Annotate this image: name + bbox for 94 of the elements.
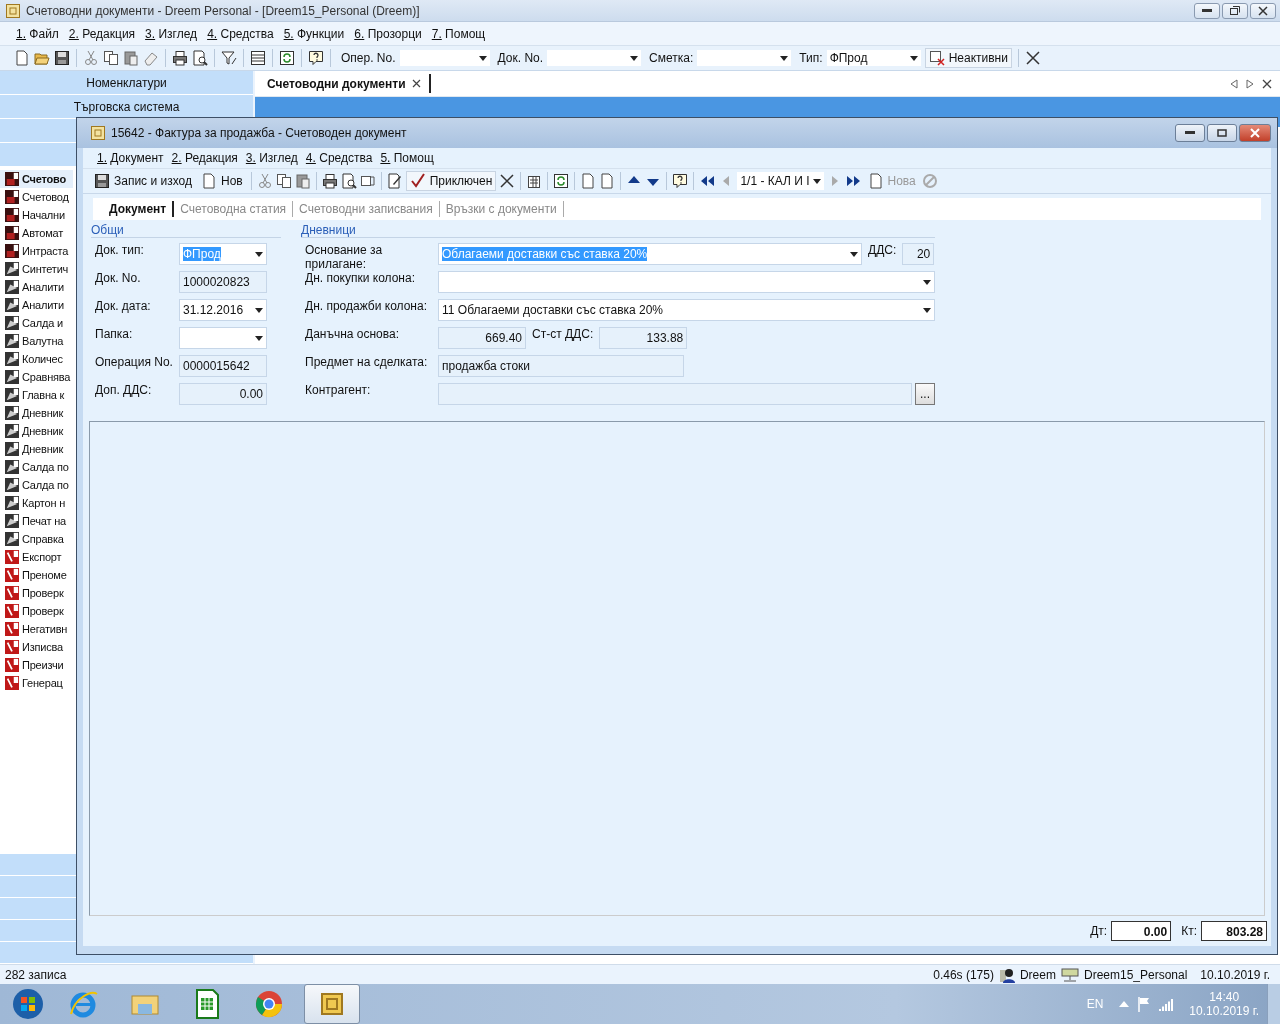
field-label: Основание за прилагане:	[304, 243, 384, 271]
menu-item[interactable]: 4. Средства	[207, 26, 274, 41]
field-label: Доп. ДДС:	[94, 383, 153, 397]
sidebar-item[interactable]: Счетово	[0, 170, 73, 188]
menu-item[interactable]: 7. Помощ	[431, 26, 486, 41]
sidebar-item[interactable]: Счетовод	[0, 188, 73, 206]
sidebar-item[interactable]: Автомат	[0, 224, 73, 242]
input-field[interactable]: 669.40	[438, 327, 526, 349]
sidebar-item[interactable]: Аналити	[0, 296, 73, 314]
filter-label: Док. No.	[497, 51, 544, 65]
input-field[interactable]: 0.00	[179, 383, 267, 405]
database-name: Dreem15_Personal	[1083, 967, 1188, 982]
field-label: Док. No.	[94, 271, 142, 285]
sidebar-item[interactable]: Картон н	[0, 494, 73, 512]
document-tab[interactable]: Счетоводни документи	[255, 74, 431, 93]
field-label: Дн. покупки колона:	[304, 271, 416, 285]
nav-button[interactable]: Търговска система	[0, 95, 253, 119]
field-label: Операция No.	[94, 355, 174, 369]
field-label: Ст-ст ДДС:	[531, 327, 595, 341]
menu-item[interactable]: 6. Прозорци	[354, 26, 422, 41]
filter-label: Опер. No.	[341, 51, 396, 65]
menu-item[interactable]: 2. Редакция	[68, 26, 136, 41]
sidebar-item[interactable]: Валутна	[0, 332, 73, 350]
new-button[interactable]: Нов	[198, 171, 246, 191]
section-heading: Дневници	[301, 223, 935, 238]
sidebar-item[interactable]: Печат на	[0, 512, 73, 530]
nav-button[interactable]: Номенклатури	[0, 71, 253, 95]
sidebar-item[interactable]: Дневник	[0, 422, 73, 440]
sidebar-item[interactable]: Главна к	[0, 386, 73, 404]
filter-label: Сметка:	[649, 51, 694, 65]
tab[interactable]: Счетоводна статия	[174, 201, 294, 217]
total-label: Кт:	[1181, 924, 1197, 938]
input-field[interactable]: 20	[902, 243, 935, 265]
window-title: Счетоводни документи - Dreem Personal - [Dreem15_Personal (Dreem)]	[26, 3, 420, 18]
sidebar-item[interactable]: Количес	[0, 350, 73, 368]
menu-item[interactable]: 3. Изглед	[145, 26, 198, 41]
section-heading: Общи	[91, 223, 281, 238]
input-field[interactable]: 133.88	[599, 327, 688, 349]
field-label: Данъчна основа:	[304, 327, 401, 341]
field-label: Предмет на сделката:	[304, 355, 429, 369]
tab[interactable]: Счетоводни записвания	[293, 201, 440, 217]
field-label: Док. дата:	[94, 299, 152, 313]
field-label: ДДС:	[867, 243, 898, 257]
field-label: Контрагент:	[304, 383, 372, 397]
sidebar-item[interactable]: Проверк	[0, 584, 73, 602]
record-selector[interactable]: 1/1 - КАЛ И I	[737, 172, 824, 190]
finished-button[interactable]: Приключен	[405, 171, 497, 191]
menu-item[interactable]: 5. Помощ	[380, 151, 434, 165]
input-field[interactable]: 0000015642	[179, 355, 267, 377]
field-label: Папка:	[94, 327, 134, 341]
menu-item[interactable]: 3. Изглед	[245, 151, 298, 165]
menu-item[interactable]: 5. Функции	[283, 26, 345, 41]
filter-label: Тип:	[799, 51, 823, 65]
sidebar-item[interactable]: Салда по	[0, 476, 73, 494]
tab[interactable]: Връзки с документи	[439, 201, 564, 217]
user-name: Dreem	[1019, 967, 1056, 982]
sidebar-item[interactable]: Изписва	[0, 638, 73, 656]
sidebar-item[interactable]: Салда по	[0, 458, 73, 476]
field-label: Дн. продажби колона:	[304, 299, 428, 313]
sidebar-item[interactable]: Дневник	[0, 440, 73, 458]
total-label: Дт:	[1090, 924, 1108, 938]
sidebar-item[interactable]: Начални	[0, 206, 73, 224]
menu-item[interactable]: 2. Редакция	[171, 151, 238, 165]
total-value: 0.00	[1111, 921, 1172, 941]
filter-dropdown[interactable]: ФПрод	[826, 50, 921, 66]
query-timing: 0.46s (175)	[933, 967, 994, 982]
sidebar-item[interactable]: Преизчи	[0, 656, 73, 674]
sidebar-item[interactable]: Сравнява	[0, 368, 73, 386]
sidebar-item[interactable]: Салда и	[0, 314, 73, 332]
sidebar-item[interactable]: Интраста	[0, 242, 73, 260]
dropdown[interactable]: 11 Облагаеми доставки със ставка 20%	[438, 299, 935, 321]
total-value: 803.28	[1201, 921, 1267, 941]
menu-item[interactable]: 4. Средства	[305, 151, 373, 165]
input-field[interactable]: 1000020823	[179, 271, 267, 293]
record-count: 282 записа	[5, 967, 67, 982]
menu-item[interactable]: 1. Файл	[16, 26, 59, 41]
browse-button[interactable]: ...	[915, 383, 935, 405]
dropdown[interactable]: 31.12.2016	[179, 299, 267, 321]
menu-item[interactable]: 1. Документ	[97, 151, 164, 165]
dialog-title: 15642 - Фактура за продажба - Счетоводен документ	[111, 126, 407, 140]
sidebar-item[interactable]: Генерац	[0, 674, 73, 692]
status-date: 10.10.2019 г.	[1200, 967, 1270, 982]
sidebar-item[interactable]: Негативн	[0, 620, 73, 638]
sidebar-item[interactable]: Проверк	[0, 602, 73, 620]
sidebar-item[interactable]: Синтетич	[0, 260, 73, 278]
sidebar-item[interactable]: Дневник	[0, 404, 73, 422]
field-label: Док. тип:	[94, 243, 145, 257]
sidebar-item[interactable]: Експорт	[0, 548, 73, 566]
save-exit-button[interactable]: Запис и изход	[91, 171, 195, 191]
tab[interactable]: Документ	[103, 201, 175, 217]
sidebar-item[interactable]: Справка	[0, 530, 73, 548]
input-field[interactable]: продажба стоки	[438, 355, 684, 377]
sidebar-item[interactable]: Аналити	[0, 278, 73, 296]
sidebar-item[interactable]: Преноме	[0, 566, 73, 584]
